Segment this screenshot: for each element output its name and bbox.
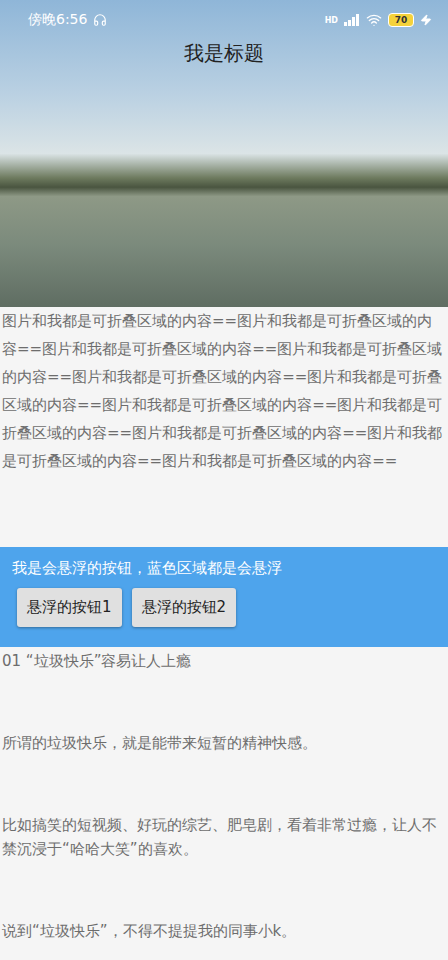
- charging-icon: [420, 14, 432, 26]
- collapsible-text: 图片和我都是可折叠区域的内容==图片和我都是可折叠区域的内容==图片和我都是可折…: [0, 307, 448, 547]
- header-photo: 傍晚6:56 HD 70 我是标题: [0, 0, 448, 307]
- screen: 傍晚6:56 HD 70 我是标题图片和我都是可折叠区域的内容==图片和我都是可折叠区…: [0, 0, 448, 960]
- wifi-icon: [366, 12, 382, 28]
- toolbar-title: 我是标题: [0, 40, 448, 67]
- battery: 70: [388, 13, 414, 27]
- floating-bar: 我是会悬浮的按钮，蓝色区域都是会悬浮悬浮的按钮1 悬浮的按钮2: [0, 547, 448, 647]
- signal-icon: [344, 14, 360, 26]
- floating-label: 我是会悬浮的按钮，蓝色区域都是会悬浮: [12, 559, 436, 578]
- floating-button[interactable]: 悬浮的按钮2: [132, 588, 237, 627]
- floating-button[interactable]: 悬浮的按钮1: [17, 588, 122, 627]
- status-time: 傍晚6:56: [28, 11, 87, 29]
- article-paragraph: 说到“垃圾快乐”，不得不提提我的同事小k。: [2, 919, 446, 943]
- article: 01 “垃圾快乐”容易让人上瘾所谓的垃圾快乐，就是能带来短暂的精神快感。比如搞笑…: [0, 647, 448, 943]
- network-label: HD: [325, 16, 338, 25]
- article-paragraph: 所谓的垃圾快乐，就是能带来短暂的精神快感。: [2, 731, 446, 755]
- article-paragraph: 比如搞笑的短视频、好玩的综艺、肥皂剧，看着非常过瘾，让人不禁沉浸于“哈哈大笑”的…: [2, 813, 446, 861]
- headphones-icon: [93, 13, 107, 27]
- status-bar: 傍晚6:56 HD 70: [0, 0, 448, 40]
- article-paragraph: 01 “垃圾快乐”容易让人上瘾: [2, 647, 446, 673]
- button-row: 悬浮的按钮1 悬浮的按钮2: [12, 588, 436, 627]
